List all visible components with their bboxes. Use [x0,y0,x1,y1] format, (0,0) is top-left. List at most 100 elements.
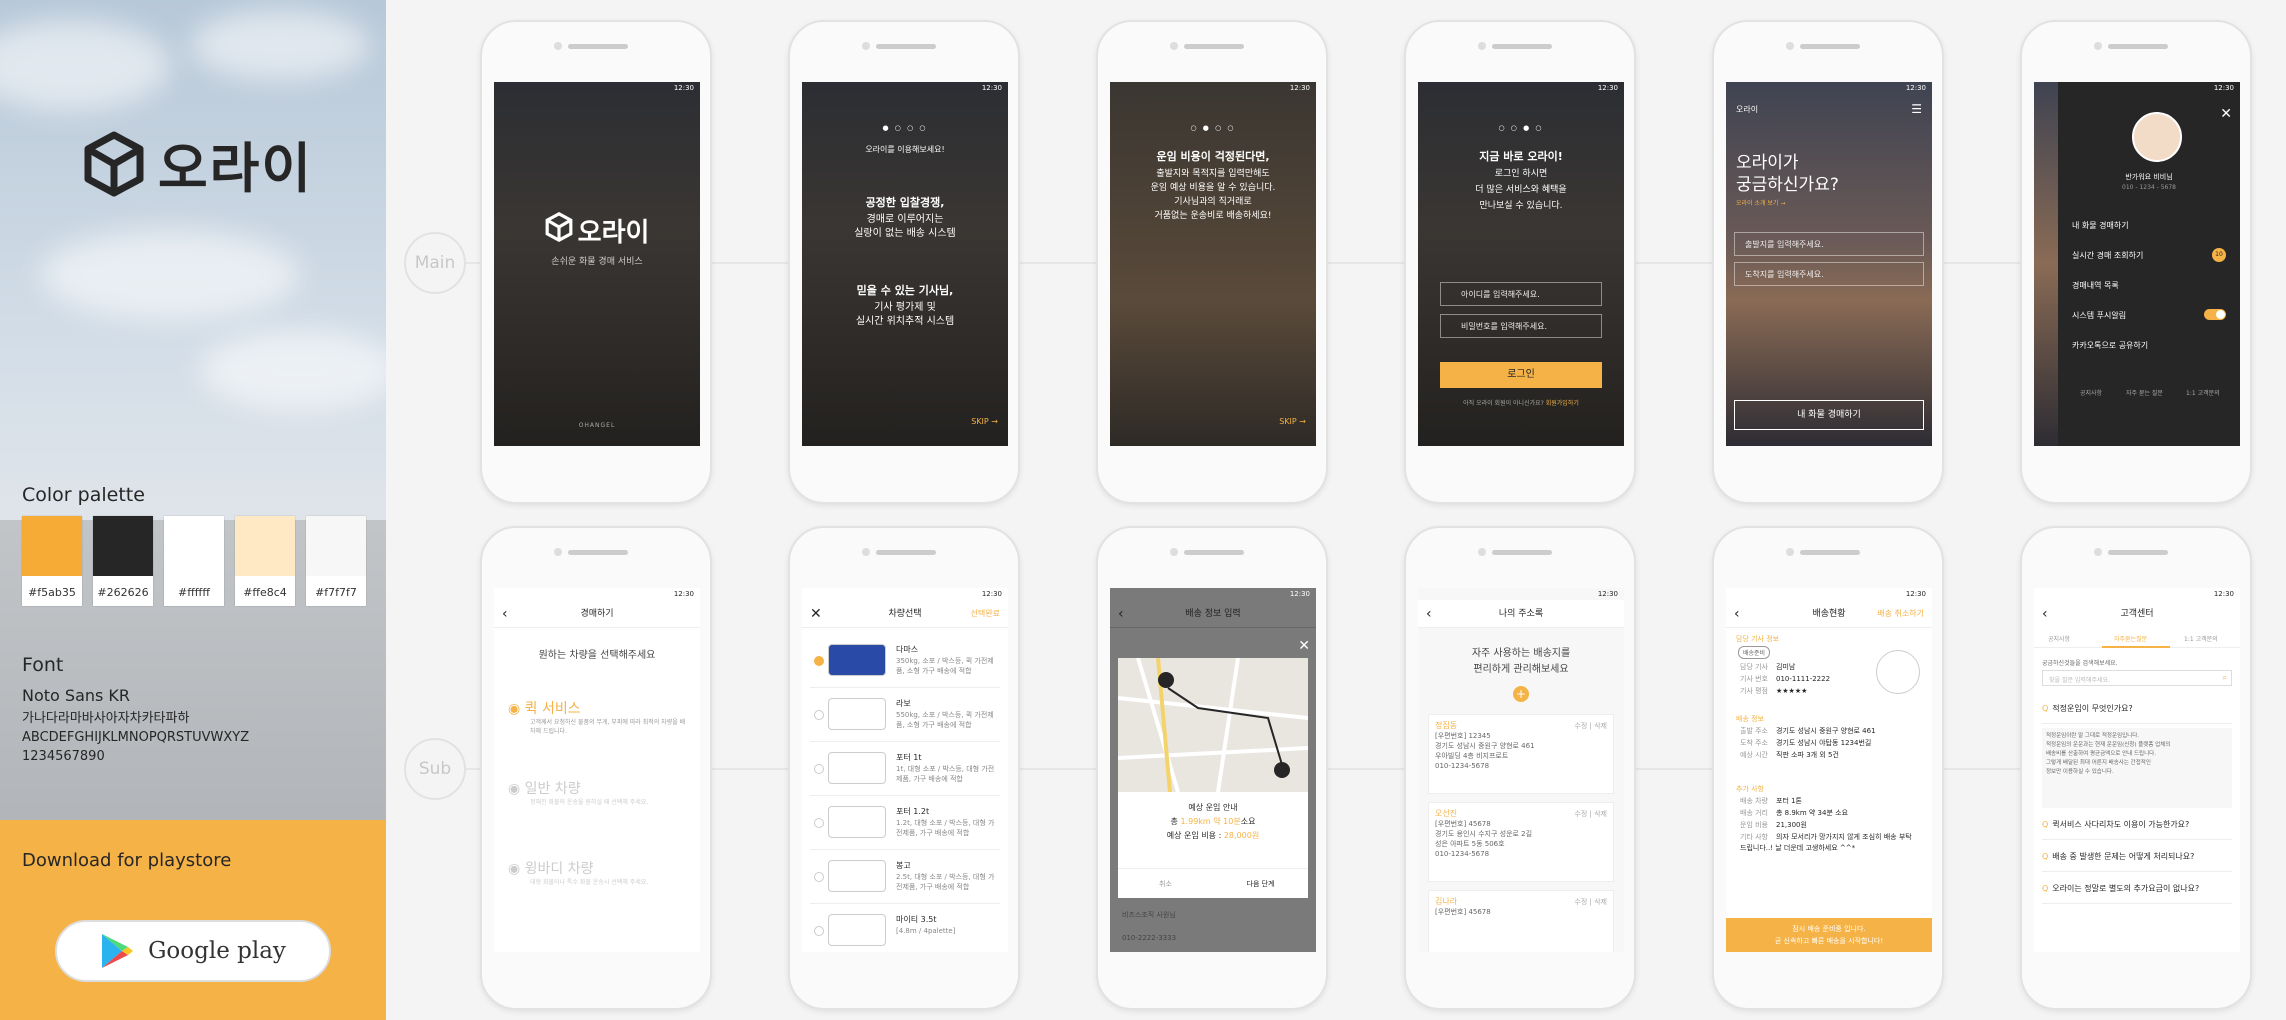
vehicle-option[interactable]: 마이티 3.5t [4.8m / 4palette] [810,906,1000,952]
color-hex-label: #ffffff [178,586,210,599]
font-name: Noto Sans KR [22,686,131,705]
faq-question-3: 배송 중 발생한 문제는 어떻게 처리되나요? [2052,852,2195,861]
menu-item-kakao-share[interactable]: 카카오톡으로 공유하기 [2072,340,2148,351]
driver-avatar-icon [1876,650,1920,694]
address-line: [우편번호] 12345 [1435,732,1491,740]
vehicle-radio[interactable] [814,710,824,720]
back-icon[interactable]: ‹ [1118,600,1124,628]
info-key: 출발 주소 [1740,727,1768,735]
vehicle-radio[interactable] [814,656,824,666]
cube-logo-icon [84,131,144,196]
menu-item-live[interactable]: 실시간 경매 조회하기 [2072,250,2143,261]
info-row: 기타 사항 의자 모서리가 망가지지 않게 조심히 배송 부탁 드립니다..! 날… [1740,832,1918,854]
status-bar: 12:30 [673,84,694,92]
faq-item-2[interactable]: Q 퀵서비스 사다리차도 이용이 가능한가요? [2042,810,2232,840]
menu-icon[interactable]: ☰ [1911,102,1922,116]
cloud-decoration [0,20,170,110]
origin-input[interactable]: 출발지를 입력해주세요. [1734,232,1924,256]
footer-faq[interactable]: 자주 묻는 질문 [2126,388,2163,397]
option-normal[interactable]: ◉ 일반 차량 [508,778,581,798]
push-toggle[interactable] [2204,309,2226,320]
tab-inquiry[interactable]: 1:1 고객문의 [2184,634,2218,643]
password-input[interactable]: 비밀번호를 입력해주세요. [1440,314,1602,338]
under-field-2: 010-2222-3333 [1122,934,1177,942]
skip-label: SKIP [971,417,989,426]
close-icon[interactable]: ✕ [1298,638,1310,654]
quote-header: ‹ 배송 정보 입력 [1110,600,1316,628]
faq-item-4[interactable]: Q 오라이는 정말로 별도의 추가요금이 없나요? [2042,874,2232,904]
faq-question-4: 오라이는 정말로 별도의 추가요금이 없나요? [2052,884,2200,893]
phone-intro-1: 12:30 ● ○ ○ ○ 오라이를 이용해보세요! 공정한 입찰경쟁, 경매로… [788,20,1020,504]
address-actions[interactable]: 수정 | 삭제 [1574,809,1607,819]
color-chip [235,516,295,576]
select-done-button[interactable]: 선택완료 [971,600,1000,628]
address-actions[interactable]: 수정 | 삭제 [1574,897,1607,907]
address-card[interactable]: 정집동 수정 | 삭제 [우편번호] 12345 경기도 성남시 중원구 양현로 46… [1428,714,1614,794]
address-card[interactable]: 오선진 수정 | 삭제 [우편번호] 45678 경기도 용인시 수지구 성운로 2길… [1428,802,1614,882]
driver-section-title: 담당 기사 정보 [1736,635,1780,643]
back-icon[interactable]: ‹ [502,600,508,628]
login-button[interactable]: 로그인 [1440,362,1602,388]
auction-cta-button[interactable]: 내 화물 경매하기 [1734,400,1924,430]
about-link[interactable]: 오라이 소개 보기 → [1736,198,1785,207]
menu-item-history[interactable]: 경매내역 목록 [2072,280,2119,291]
back-icon[interactable]: ‹ [1426,600,1432,628]
addresses-header: ‹ 나의 주소록 [1418,600,1624,628]
support-screen: 12:30 ‹ 고객센터 공지사항 자주묻는질문 1:1 고객문의 궁금하신것들을… [2034,588,2240,952]
status-bar: 12:30 [981,84,1002,92]
vehicle-option[interactable]: 포터 1.2t 1.2t, 대형 소포 / 박스등, 대형 가전제품, 가구 배송… [810,798,1000,850]
back-icon[interactable]: ‹ [2042,600,2048,628]
intro-screen-1: 12:30 ● ○ ○ ○ 오라이를 이용해보세요! 공정한 입찰경쟁, 경매로… [802,82,1008,446]
signup-link[interactable]: 회원가입하기 [1546,400,1579,407]
password-placeholder: 비밀번호를 입력해주세요. [1461,322,1548,331]
next-step-button[interactable]: 다음 단계 [1213,868,1308,898]
vehicle-option[interactable]: 포터 1t 1t, 대형 소포 / 박스등, 대형 가전제품, 가구 배송에 적합 [810,744,1000,796]
vehicle-option[interactable]: 라보 550kg, 소포 / 박스등, 퀵 가전제품, 소형 가구 배송에 적합 [810,690,1000,742]
close-icon[interactable]: ✕ [2220,106,2232,122]
addresses-prompt-1: 자주 사용하는 배송지를 [1471,648,1571,659]
address-card[interactable]: 김나라 수정 | 삭제 [우편번호] 45678 [1428,890,1614,952]
vehicle-radio[interactable] [814,926,824,936]
faq-item-3[interactable]: Q 배송 중 발생한 문제는 어떻게 처리되나요? [2042,842,2232,872]
vehicle-desc: 350kg, 소포 / 박스등, 퀵 가전제품, 소형 가구 배송에 적합 [896,657,994,675]
add-address-icon[interactable]: + [1513,686,1529,702]
vehicle-header: ✕ 차량선택 선택완료 [802,600,1008,628]
banner-line-1: 잠시 배송 준비중 입니다. [1792,925,1866,933]
vehicle-radio[interactable] [814,818,824,828]
back-icon[interactable]: ‹ [1734,600,1740,628]
google-play-icon [102,934,134,968]
faq-answer: 적정운임이란 말 그대로 적정운임입니다. 적정운임의 운운과는 현재 운운임(… [2042,728,2232,808]
skip-button[interactable]: SKIP → [971,417,998,426]
faq-item-1[interactable]: Q 적정운임이 무엇인가요? [2042,694,2232,724]
status-bar: 12:30 [1289,84,1310,92]
destination-input[interactable]: 도착지를 입력해주세요. [1734,262,1924,286]
footer-inquiry[interactable]: 1:1 고객문의 [2186,388,2220,397]
banner-line-2: 곧 신속하고 빠른 배송을 시작합니다! [1774,937,1884,945]
vehicle-radio[interactable] [814,872,824,882]
cancel-button[interactable]: 취소 [1118,868,1213,898]
vehicle-option[interactable]: 다마스 350kg, 소포 / 박스등, 퀵 가전제품, 소형 가구 배송에 적합 [810,636,1000,688]
status-bar: 12:30 [2213,590,2234,598]
close-icon[interactable]: ✕ [810,600,822,628]
id-placeholder: 아이디를 입력해주세요. [1461,290,1540,299]
menu-item-auction[interactable]: 내 화물 경매하기 [2072,220,2129,231]
tab-notice[interactable]: 공지사항 [2048,634,2070,643]
faq-q-icon: Q [2042,852,2049,861]
vehicle-radio[interactable] [814,764,824,774]
intro-screen-2: 12:30 ○ ● ○ ○ 운임 비용이 걱정된다면, 출발지와 목적지를 입력… [1110,82,1316,446]
auction-prompt: 원하는 차량을 선택해주세요 [538,650,656,661]
skip-button[interactable]: SKIP → [1279,417,1306,426]
login-screen: 12:30 ○ ○ ● ○ 지금 바로 오라이! 로그인 하시면 더 많은 서비… [1418,82,1624,446]
address-actions[interactable]: 수정 | 삭제 [1574,721,1607,731]
option-quick[interactable]: ◉ 퀵 서비스 [508,698,581,718]
support-search-input[interactable]: 찾을 질문 입력해주세요. ⌕ [2042,670,2232,686]
footer-notice[interactable]: 공지사항 [2080,388,2102,397]
id-input[interactable]: 아이디를 입력해주세요. [1440,282,1602,306]
truck-icon [828,644,886,676]
tab-faq[interactable]: 자주묻는질문 [2114,634,2147,643]
cancel-delivery-button[interactable]: 배송 취소하기 [1877,600,1924,628]
truck-icon [828,752,886,784]
option-wingbody[interactable]: ◉ 윙바디 차량 [508,858,594,878]
google-play-button[interactable]: Google play [55,920,331,982]
vehicle-option[interactable]: 봉고 2.5t, 대형 소포 / 박스등, 대형 가전제품, 가구 배송에 적합 [810,852,1000,904]
